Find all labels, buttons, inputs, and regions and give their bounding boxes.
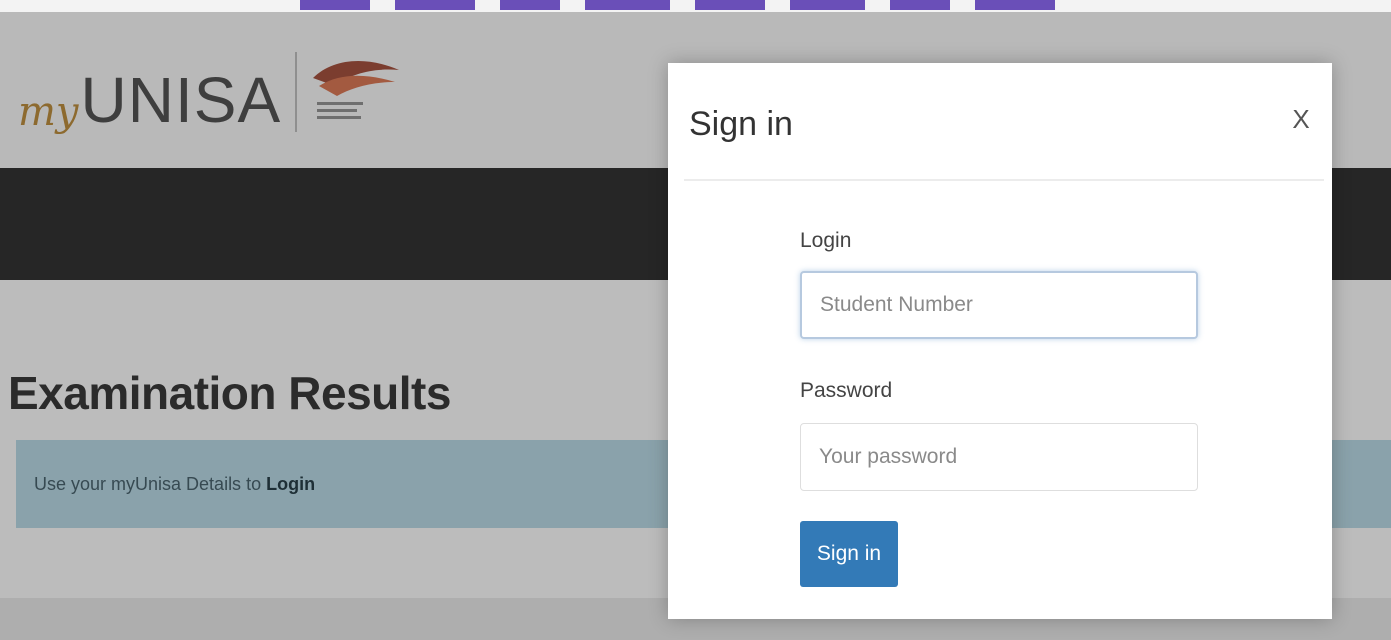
unisa-emblem-icon (313, 60, 400, 119)
student-number-input[interactable] (800, 271, 1198, 339)
close-button[interactable]: X (1286, 99, 1316, 139)
info-login-link[interactable]: Login (266, 474, 315, 494)
info-text: Use your myUnisa Details to Login (34, 474, 315, 495)
login-label: Login (800, 229, 852, 252)
top-banner (0, 0, 1391, 12)
logo-name: UNISA (80, 64, 282, 136)
info-prefix: Use your myUnisa Details to (34, 473, 267, 494)
logo-divider (295, 52, 298, 132)
page-title: Examination Results (8, 367, 451, 419)
modal-title: Sign in (689, 105, 793, 143)
password-label: Password (800, 379, 893, 402)
password-input[interactable] (800, 423, 1198, 491)
modal-divider (684, 179, 1324, 181)
banner-graphic (300, 0, 1055, 10)
sign-in-modal: Sign in X Login Password Sign in (668, 63, 1332, 619)
sign-in-button[interactable]: Sign in (800, 521, 898, 587)
myunisa-logo[interactable]: my UNISA (18, 42, 403, 132)
logo-prefix: my (18, 89, 79, 135)
